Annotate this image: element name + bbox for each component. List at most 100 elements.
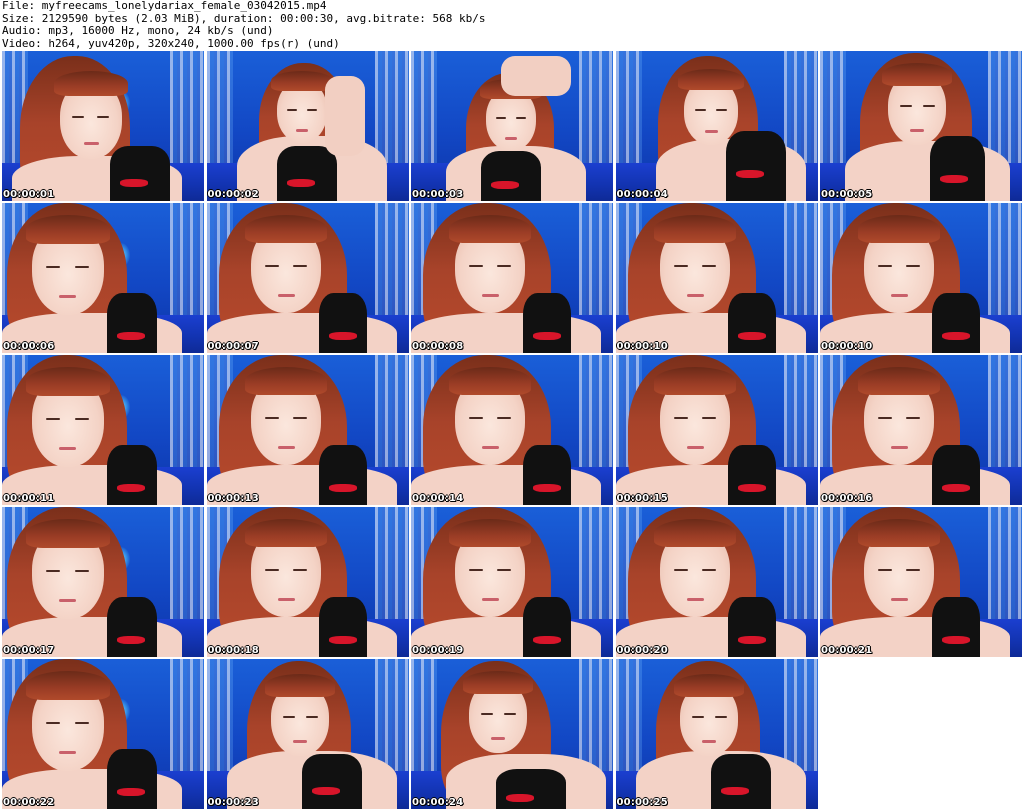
left-eye [469, 417, 483, 419]
hair-front [653, 215, 736, 243]
hair-front [264, 674, 335, 697]
person [615, 355, 818, 505]
right-eye [906, 265, 920, 267]
red-bra-trim [533, 484, 561, 492]
person [820, 355, 1022, 505]
mouth [295, 129, 308, 132]
audio-line: Audio: mp3, 16000 Hz, mono, 24 kb/s (und… [2, 24, 274, 37]
left-eye [469, 569, 483, 571]
person [206, 355, 409, 505]
black-top [725, 131, 786, 201]
video-thumbnail: 00:00:23 [206, 659, 409, 809]
mouth [59, 295, 76, 298]
person [411, 51, 613, 201]
person [2, 203, 204, 353]
hair-front [449, 519, 531, 547]
left-eye [469, 265, 483, 267]
left-eye [46, 570, 60, 572]
hair-front [463, 671, 533, 694]
video-thumbnail: 00:00:11 [2, 355, 204, 505]
timestamp-label: 00:00:22 [3, 797, 55, 808]
left-eye [264, 569, 279, 571]
mouth [505, 137, 517, 140]
right-eye [497, 265, 511, 267]
right-eye [701, 265, 716, 267]
right-eye [306, 109, 317, 111]
person [206, 203, 409, 353]
right-eye [714, 716, 727, 718]
right-eye [497, 569, 511, 571]
black-top [523, 293, 571, 353]
timestamp-label: 00:00:08 [412, 341, 464, 352]
hair-front [270, 71, 333, 91]
person [820, 507, 1022, 657]
red-bra-trim [117, 788, 145, 796]
black-top [107, 597, 157, 657]
mouth [277, 446, 295, 449]
black-top [932, 445, 980, 505]
timestamp-label: 00:00:13 [207, 493, 259, 504]
mouth [59, 751, 76, 754]
right-eye [504, 713, 516, 715]
raised-arm [501, 56, 571, 96]
video-thumbnail: 00:00:03 [411, 51, 613, 201]
video-thumbnail: 00:00:18 [206, 507, 409, 657]
black-top [727, 445, 776, 505]
timestamp-label: 00:00:17 [3, 645, 55, 656]
hair-front [54, 71, 128, 96]
person [206, 507, 409, 657]
red-bra-trim [942, 636, 970, 644]
black-top [318, 445, 367, 505]
video-thumbnail: 00:00:17 [2, 507, 204, 657]
hair-front [882, 63, 952, 86]
mouth [277, 294, 295, 297]
mouth [891, 446, 908, 449]
left-eye [694, 109, 706, 111]
red-bra-trim [942, 484, 970, 492]
person [2, 355, 204, 505]
thumbnail-grid: 00:00:01 00:00:02 00:00:03 00:00:04 00:00:05… [2, 51, 1022, 809]
red-bra-trim [737, 484, 766, 492]
black-top [107, 445, 157, 505]
black-top [276, 146, 337, 201]
hair-front [858, 215, 940, 243]
red-bra-trim [506, 794, 534, 802]
video-thumbnail: 00:00:19 [411, 507, 613, 657]
red-bra-trim [491, 181, 519, 189]
person [615, 507, 818, 657]
black-top [727, 597, 776, 657]
mouth [491, 737, 505, 740]
mouth [686, 446, 704, 449]
person [411, 507, 613, 657]
video-thumbnail: 00:00:10 [615, 203, 818, 353]
timestamp-label: 00:00:02 [207, 189, 259, 200]
hair-front [26, 215, 110, 244]
red-bra-trim [533, 636, 561, 644]
right-eye [923, 105, 935, 107]
mouth [482, 294, 499, 297]
person [2, 507, 204, 657]
hair-front [653, 367, 736, 395]
mouth [686, 598, 704, 601]
contact-sheet: File: myfreecams_lonelydariax_female_030… [0, 0, 1024, 811]
red-bra-trim [117, 332, 145, 340]
video-thumbnail: 00:00:21 [820, 507, 1022, 657]
hair-front [673, 674, 744, 697]
left-eye [878, 569, 892, 571]
person [411, 203, 613, 353]
hair-front [244, 367, 327, 395]
black-top [710, 754, 771, 809]
black-top [481, 151, 541, 201]
hair-front [26, 519, 110, 548]
hair-front [26, 367, 110, 396]
hair-front [653, 519, 736, 547]
video-thumbnail: 00:00:07 [206, 203, 409, 353]
timestamp-label: 00:00:10 [616, 341, 668, 352]
mouth [292, 740, 307, 743]
red-bra-trim [940, 175, 968, 183]
video-thumbnail: 00:00:02 [206, 51, 409, 201]
right-eye [497, 417, 511, 419]
right-eye [292, 265, 307, 267]
hair-front [449, 215, 531, 243]
left-eye [46, 722, 60, 724]
